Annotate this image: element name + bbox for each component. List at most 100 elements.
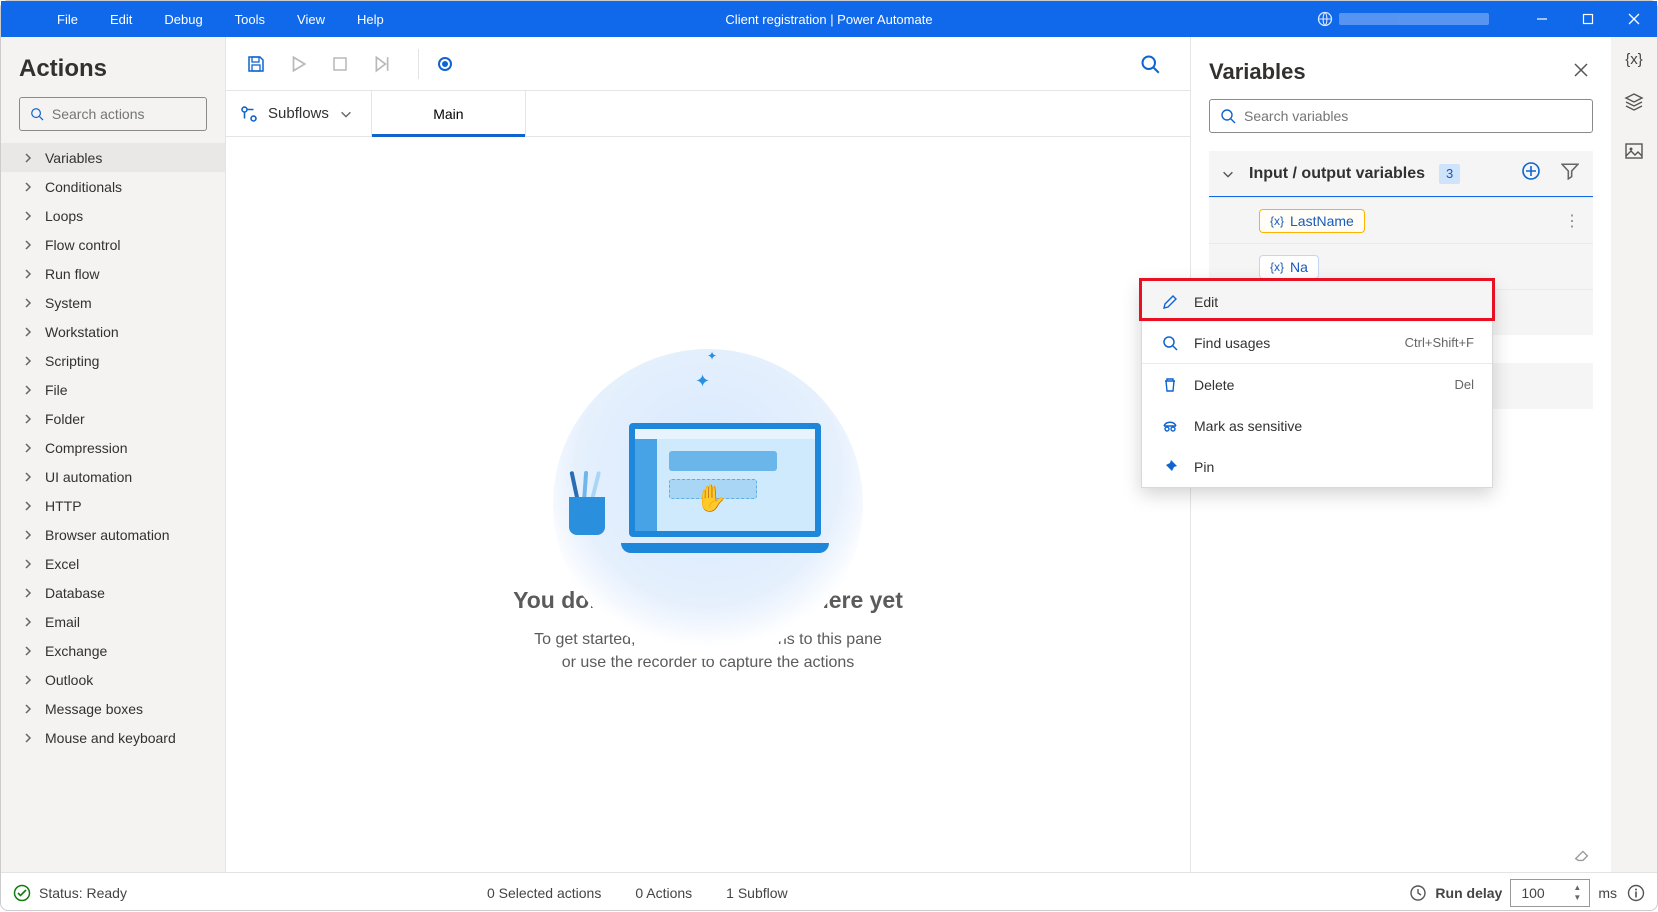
chevron-right-icon [23,440,33,456]
action-category-item[interactable]: System [1,288,225,317]
variables-search[interactable] [1209,99,1593,133]
step-button[interactable] [366,48,398,80]
action-category-item[interactable]: Exchange [1,636,225,665]
action-category-item[interactable]: Excel [1,549,225,578]
actions-category-list[interactable]: VariablesConditionalsLoopsFlow controlRu… [1,143,225,752]
menu-edit[interactable]: Edit [94,4,148,35]
actions-search[interactable] [19,97,207,131]
action-category-label: Database [45,585,105,601]
action-category-item[interactable]: Loops [1,201,225,230]
image-icon [1624,141,1644,161]
action-category-label: Excel [45,556,79,572]
chevron-right-icon [23,469,33,485]
context-menu-find-usages[interactable]: Find usages Ctrl+Shift+F [1142,322,1492,363]
action-category-item[interactable]: Database [1,578,225,607]
variable-chip[interactable]: {x}LastName [1259,209,1365,233]
actions-panel: Actions VariablesConditionalsLoopsFlow c… [1,37,226,872]
window-minimize-button[interactable] [1519,1,1565,37]
action-category-label: File [45,382,68,398]
chevron-right-icon [23,208,33,224]
window-close-button[interactable] [1611,1,1657,37]
action-category-item[interactable]: Browser automation [1,520,225,549]
action-category-item[interactable]: Outlook [1,665,225,694]
tab-main[interactable]: Main [372,91,526,136]
context-menu-label: Pin [1194,459,1214,475]
variable-more-button[interactable]: ⋮ [1564,211,1581,231]
window-title: Client registration | Power Automate [725,12,932,27]
search-flow-button[interactable] [1134,48,1166,80]
empty-canvas[interactable]: ✦ ✦ ✦ ✦ ✋ You don't have any actions her… [226,137,1190,872]
action-category-item[interactable]: Workstation [1,317,225,346]
main-menu: File Edit Debug Tools View Help [41,4,400,35]
run-button[interactable] [282,48,314,80]
status-bar: Status: Ready 0 Selected actions 0 Actio… [1,872,1657,912]
search-icon [1140,54,1160,74]
action-category-label: HTTP [45,498,82,514]
search-icon [30,106,44,122]
close-icon [1628,13,1640,25]
action-category-label: Scripting [45,353,99,369]
menu-tools[interactable]: Tools [219,4,281,35]
menu-view[interactable]: View [281,4,341,35]
pencil-icon [1160,294,1180,310]
environment-picker[interactable] [1317,11,1489,27]
action-category-label: Exchange [45,643,107,659]
context-menu-pin[interactable]: Pin [1142,446,1492,487]
io-variables-title: Input / output variables [1249,165,1425,183]
action-category-item[interactable]: File [1,375,225,404]
rail-images-button[interactable] [1624,141,1644,166]
rail-variables-button[interactable]: {x} [1625,51,1643,68]
action-category-item[interactable]: Scripting [1,346,225,375]
context-menu-label: Find usages [1194,335,1270,351]
designer-toolbar [226,37,1190,91]
save-button[interactable] [240,48,272,80]
action-category-item[interactable]: Run flow [1,259,225,288]
menu-debug[interactable]: Debug [148,4,218,35]
stop-button[interactable] [324,48,356,80]
actions-search-input[interactable] [52,106,196,122]
info-icon[interactable] [1627,884,1645,902]
status-ok-icon [13,884,31,902]
action-category-label: Email [45,614,80,630]
context-menu-edit[interactable]: Edit [1142,281,1492,322]
chevron-right-icon [23,643,33,659]
clear-variables-button[interactable] [1191,838,1611,872]
window-maximize-button[interactable] [1565,1,1611,37]
action-category-item[interactable]: Message boxes [1,694,225,723]
variables-close-button[interactable] [1573,62,1589,83]
context-menu-shortcut: Ctrl+Shift+F [1405,335,1474,350]
run-delay-input[interactable]: 100 ▲▼ [1510,879,1590,907]
action-category-item[interactable]: UI automation [1,462,225,491]
action-category-item[interactable]: Compression [1,433,225,462]
filter-variables-button[interactable] [1561,162,1579,185]
recorder-button[interactable] [429,48,461,80]
io-variables-header[interactable]: Input / output variables 3 [1209,151,1593,197]
chevron-right-icon [23,527,33,543]
menu-file[interactable]: File [41,4,94,35]
variable-row-lastname[interactable]: {x}LastName ⋮ [1209,197,1593,243]
variable-chip[interactable]: {x}Na [1259,255,1319,279]
add-variable-button[interactable] [1521,161,1541,186]
action-category-item[interactable]: Flow control [1,230,225,259]
action-category-item[interactable]: Folder [1,404,225,433]
chevron-right-icon [23,498,33,514]
run-delay-spinner[interactable]: ▲▼ [1573,881,1587,905]
rail-ui-elements-button[interactable] [1624,92,1644,117]
action-category-item[interactable]: Conditionals [1,172,225,201]
context-menu-mark-as-sensitive[interactable]: Mark as sensitive [1142,405,1492,446]
action-category-item[interactable]: HTTP [1,491,225,520]
variables-search-input[interactable] [1244,108,1582,124]
action-category-item[interactable]: Email [1,607,225,636]
subflows-dropdown[interactable]: Subflows [226,91,372,136]
menu-help[interactable]: Help [341,4,400,35]
save-icon [246,54,266,74]
context-menu-delete[interactable]: DeleteDel [1142,364,1492,405]
environment-name-redacted [1339,13,1489,25]
play-icon [289,55,307,73]
action-category-label: Mouse and keyboard [45,730,176,746]
action-category-item[interactable]: Mouse and keyboard [1,723,225,752]
search-icon [1160,335,1180,351]
action-category-item[interactable]: Variables [1,143,225,172]
actions-panel-title: Actions [1,37,225,97]
variable-icon: {x} [1270,214,1284,228]
